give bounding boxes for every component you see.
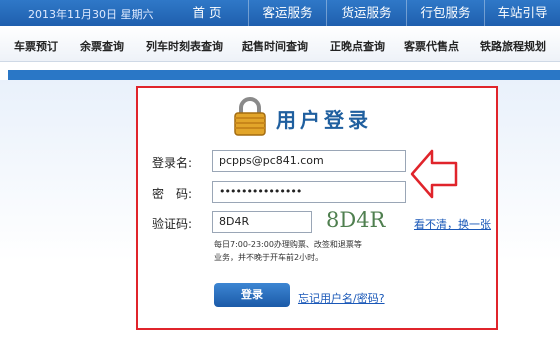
captcha-image: 8D4R — [326, 208, 386, 232]
subnav-remaining-tickets[interactable]: 余票查询 — [80, 38, 124, 54]
secondary-nav: 车票预订 余票查询 列车时刻表查询 起售时间查询 正晚点查询 客票代售点 铁路旅… — [0, 26, 560, 62]
subnav-timetable[interactable]: 列车时刻表查询 — [146, 38, 223, 54]
password-label: 密 码: — [152, 187, 193, 201]
blue-stripe — [8, 70, 560, 80]
nav-freight-service[interactable]: 货运服务 — [326, 0, 406, 26]
subnav-agents[interactable]: 客票代售点 — [404, 38, 459, 54]
subnav-sale-time[interactable]: 起售时间查询 — [242, 38, 308, 54]
captcha-input[interactable]: 8D4R — [212, 211, 312, 233]
username-input[interactable]: pcpps@pc841.com — [212, 150, 406, 172]
nav-luggage-service[interactable]: 行包服务 — [406, 0, 484, 26]
login-title: 用户登录 — [276, 108, 372, 132]
captcha-label: 验证码: — [152, 217, 193, 231]
forgot-password-link[interactable]: 忘记用户名/密码? — [298, 290, 385, 306]
left-arrow-annotation — [410, 149, 458, 199]
current-date: 2013年11月30日 星期六 — [28, 8, 154, 21]
padlock-icon — [234, 97, 266, 136]
username-label: 登录名: — [152, 156, 193, 170]
password-input[interactable]: ••••••••••••••• — [212, 181, 406, 203]
top-nav: 首 页 客运服务 货运服务 行包服务 车站引导 — [166, 0, 560, 26]
subnav-delay-query[interactable]: 正晚点查询 — [330, 38, 385, 54]
login-button[interactable]: 登录 — [214, 283, 290, 307]
nav-station-guide[interactable]: 车站引导 — [484, 0, 560, 26]
top-bar: 2013年11月30日 星期六 首 页 客运服务 货运服务 行包服务 车站引导 — [0, 0, 560, 26]
subnav-ticket-booking[interactable]: 车票预订 — [14, 38, 58, 54]
refresh-captcha-link[interactable]: 看不清，换一张 — [414, 216, 491, 232]
subnav-trip-planning[interactable]: 铁路旅程规划 — [480, 38, 546, 54]
service-hours-hint: 每日7:00-23:00办理购票、改签和退票等业务，并不晚于开车前2小时。 — [214, 240, 362, 262]
nav-passenger-service[interactable]: 客运服务 — [248, 0, 326, 26]
nav-home[interactable]: 首 页 — [166, 0, 248, 26]
